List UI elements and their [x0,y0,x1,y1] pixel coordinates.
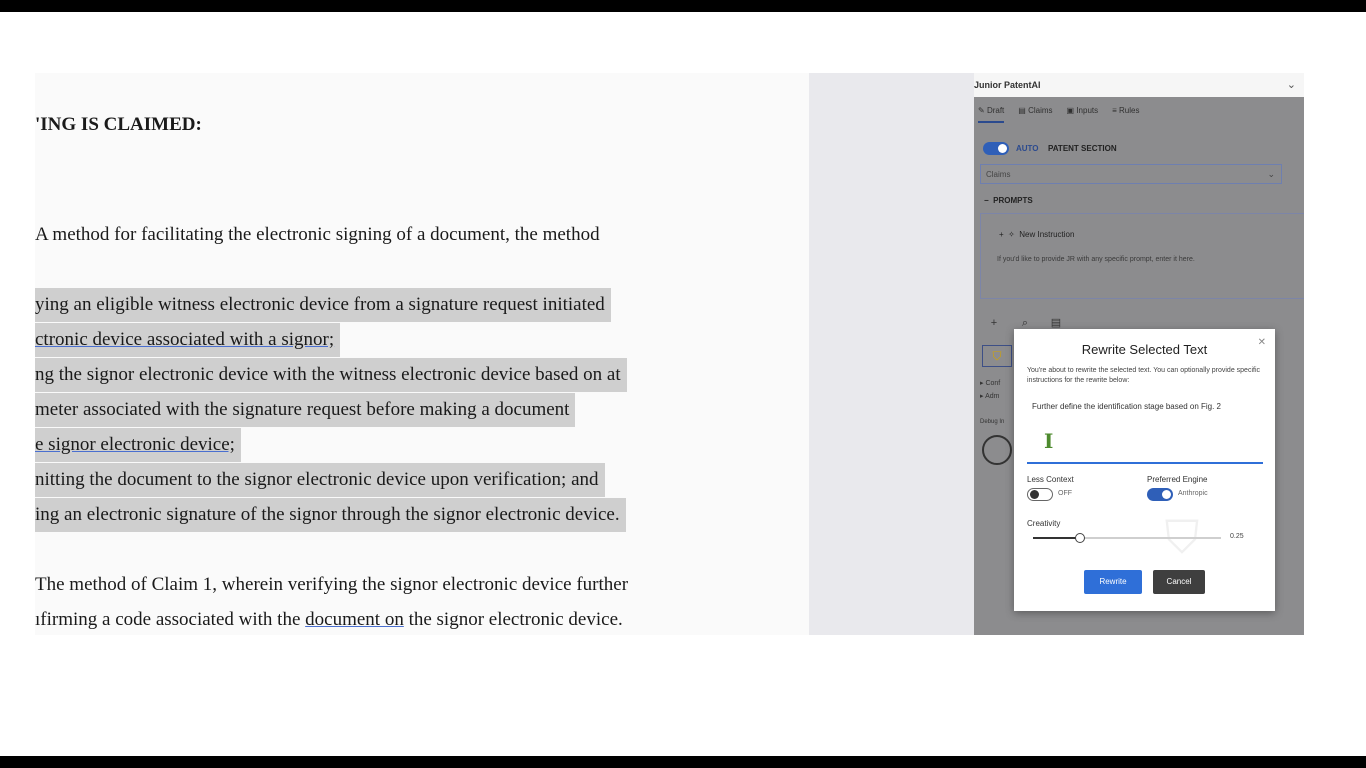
text-cursor-icon: I [1044,429,1054,453]
save-icon[interactable]: ▤ [1049,316,1063,330]
tab-inputs[interactable]: ▣ Inputs [1067,106,1099,123]
panel-title: Junior PatentAI [974,80,1041,90]
debug-label: Debug In [980,419,1005,425]
close-icon[interactable]: ✕ [1258,337,1266,348]
shield-logo-button[interactable]: ⛉ [982,345,1012,367]
rewrite-button[interactable]: Rewrite [1084,570,1142,594]
add-icon[interactable]: + [987,316,1001,330]
claim-2-line[interactable]: The method of Claim 1, wherein verifying… [35,568,634,602]
selected-claim-line[interactable]: ying an eligible witness electronic devi… [35,288,611,322]
selected-claim-line[interactable]: meter associated with the signature requ… [35,393,576,427]
magic-icon: ✧ [1008,230,1015,239]
less-context-label: Less Context [1027,475,1074,484]
preferred-engine-toggle[interactable] [1147,488,1173,501]
selected-claim-line[interactable]: ing an electronic signature of the signo… [35,498,626,532]
inbox-icon: ▣ [1066,106,1075,115]
dialog-description: You're about to rewrite the selected tex… [1027,367,1261,384]
preferred-engine-value: Anthropic [1178,490,1208,497]
bottom-letterbox [0,756,1366,768]
cancel-button[interactable]: Cancel [1153,570,1205,594]
list-icon: ≡ [1112,106,1117,115]
selected-claim-line[interactable]: ng the signor electronic device with the… [35,358,627,392]
tab-claims[interactable]: ▤ Claims [1018,106,1052,123]
less-context-value: OFF [1058,490,1072,497]
document-icon: ▤ [1018,106,1026,115]
preferred-engine-label: Preferred Engine [1147,475,1208,484]
selected-claim-line[interactable]: e signor electronic device; [35,428,241,462]
rewrite-dialog: Rewrite Selected Text ✕ You're about to … [1014,329,1275,611]
creativity-slider-thumb[interactable] [1075,533,1085,543]
claims-heading: 'ING IS CLAIMED: [35,114,202,135]
tab-rules[interactable]: ≡ Rules [1112,106,1139,123]
chevron-down-icon[interactable]: ⌄ [1287,78,1296,91]
creativity-slider[interactable] [1033,533,1221,543]
creativity-slider-fill [1033,537,1080,539]
panel-tabs: ✎ Draft ▤ Claims ▣ Inputs ≡ Rules [978,106,1139,123]
prompts-box: + ✧ New Instruction If you'd like to pro… [980,213,1304,299]
claim-2-line[interactable]: ıfirming a code associated with the docu… [35,603,629,635]
underlined-term: document on [305,609,404,630]
avatar[interactable] [982,435,1012,465]
auto-toggle[interactable] [983,142,1009,155]
claim-1-intro[interactable]: A method for facilitating the electronic… [35,218,606,252]
plus-icon: + [999,230,1004,239]
patent-section-select[interactable]: Claims ⌄ [980,164,1282,184]
chevron-down-icon: ⌄ [1267,169,1275,179]
new-instruction-button[interactable]: + ✧ New Instruction [999,230,1074,239]
patent-section-label: PATENT SECTION [1048,144,1117,153]
dialog-title: Rewrite Selected Text [1081,342,1208,357]
panel-header: Junior PatentAI ⌄ [974,73,1304,97]
less-context-toggle[interactable] [1027,488,1053,501]
top-letterbox [0,0,1366,12]
selected-claim-line[interactable]: ctronic device associated with a signor; [35,323,341,357]
rewrite-instructions-input[interactable]: Further define the identification stage … [1027,395,1263,464]
pencil-icon: ✎ [978,106,985,115]
creativity-label: Creativity [1027,519,1061,528]
document-page[interactable]: 'ING IS CLAIMED: A method for facilitati… [35,73,809,635]
prompts-header[interactable]: − PROMPTS [984,196,1033,205]
collapse-icon: − [984,196,989,205]
editor-gutter [809,73,974,635]
config-item[interactable]: ▸ Conf [980,379,1000,387]
search-icon[interactable]: ⌕ [1018,316,1032,330]
admin-item[interactable]: ▸ Adm [980,392,999,400]
selected-claim-line[interactable]: nitting the document to the signor elect… [35,463,605,497]
creativity-value: 0.25 [1230,533,1244,540]
new-instruction-hint: If you'd like to provide JR with any spe… [997,256,1195,263]
tab-draft[interactable]: ✎ Draft [978,106,1005,123]
auto-label: AUTO [1016,144,1039,153]
